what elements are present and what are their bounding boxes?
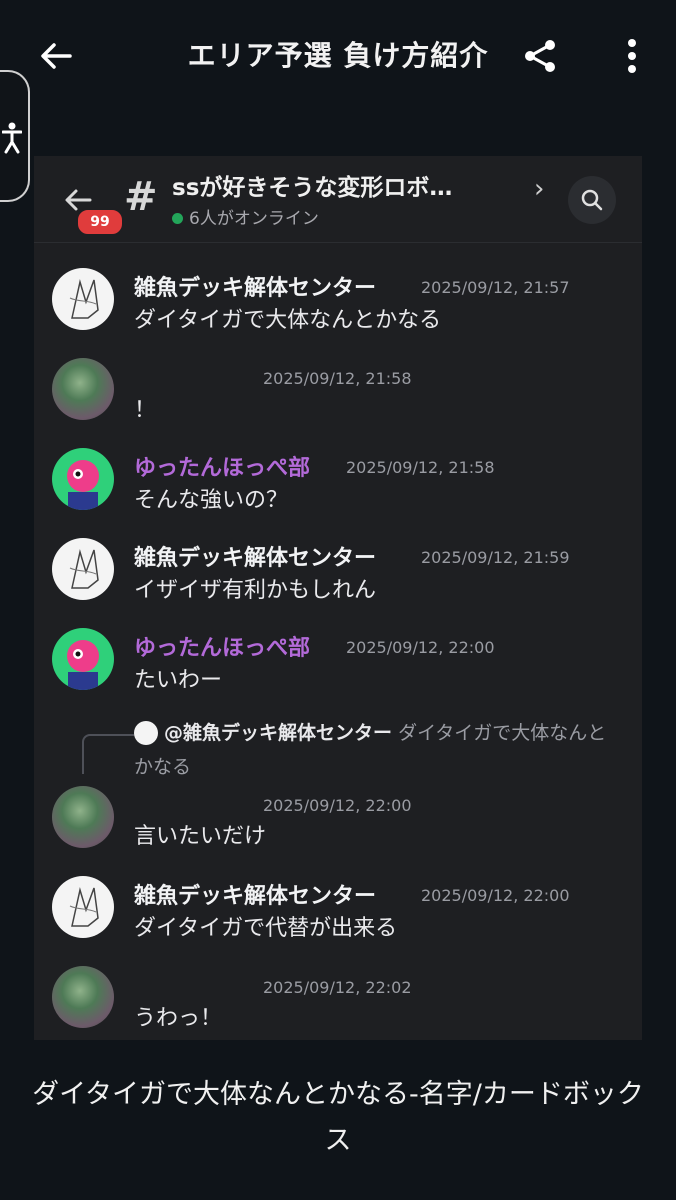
hash-icon: # — [124, 174, 158, 220]
accessibility-icon — [2, 122, 22, 154]
chat-screenshot: 99 # ssが好きそうな変形ロボ… 6人がオンライン › 雑魚デッキ解体センタ… — [34, 156, 642, 1040]
message-author[interactable]: ゆったんほっぺ部 — [134, 630, 310, 662]
message-text: そんな強いの？ — [134, 488, 289, 513]
message-text: 言いたいだけ — [134, 824, 267, 849]
message-timestamp: 2025/09/12, 21:58 — [346, 458, 495, 477]
message-text: うわっ！ — [134, 1006, 223, 1031]
unread-badge: 99 — [76, 208, 124, 236]
message-item[interactable]: 2025/09/12, 22:02 うわっ！ — [34, 958, 642, 1040]
avatar[interactable] — [52, 358, 114, 420]
message-timestamp: 2025/09/12, 22:02 — [263, 978, 412, 997]
reply-author: @雑魚デッキ解体センター — [164, 722, 393, 744]
message-text: ダイタイガで代替が出来る — [134, 916, 398, 941]
avatar[interactable] — [52, 268, 114, 330]
message-timestamp: 2025/09/12, 22:00 — [263, 796, 412, 815]
chevron-right-icon[interactable]: › — [534, 174, 544, 204]
message-item[interactable]: ゆったんほっぺ部 2025/09/12, 22:00 たいわー — [34, 616, 642, 706]
message-author[interactable]: 雑魚デッキ解体センター — [134, 878, 376, 910]
search-icon — [581, 189, 603, 211]
top-app-bar: エリア予選 負け方紹介 — [0, 0, 676, 112]
message-item[interactable]: ゆったんほっぺ部 2025/09/12, 21:58 そんな強いの？ — [34, 436, 642, 526]
message-author[interactable]: 雑魚デッキ解体センター — [134, 540, 376, 572]
reply-connector — [82, 734, 134, 774]
message-item[interactable]: 雑魚デッキ解体センター 2025/09/12, 22:00 ダイタイガで代替が出… — [34, 868, 642, 958]
avatar[interactable] — [52, 876, 114, 938]
reply-preview[interactable]: @雑魚デッキ解体センター ダイタイガで大体なんとかなる — [134, 716, 614, 784]
avatar[interactable] — [52, 786, 114, 848]
online-status: 6人がオンライン — [172, 204, 319, 229]
message-timestamp: 2025/09/12, 22:00 — [421, 886, 570, 905]
message-item[interactable]: 雑魚デッキ解体センター 2025/09/12, 21:57 ダイタイガで大体なん… — [34, 256, 642, 346]
message-text: ダイタイガで大体なんとかなる — [134, 308, 442, 333]
avatar[interactable] — [52, 966, 114, 1028]
message-text: イザイザ有利かもしれん — [134, 578, 377, 603]
share-icon[interactable] — [520, 36, 560, 76]
channel-header: 99 # ssが好きそうな変形ロボ… 6人がオンライン › — [34, 156, 642, 243]
post-caption: ダイタイガで大体なんとかなる-名字/カードボックス — [32, 1079, 644, 1156]
message-timestamp: 2025/09/12, 21:57 — [421, 278, 570, 297]
message-author[interactable]: 雑魚デッキ解体センター — [134, 270, 376, 302]
message-timestamp: 2025/09/12, 22:00 — [346, 638, 495, 657]
search-button[interactable] — [568, 176, 616, 224]
accessibility-tab[interactable] — [0, 70, 30, 202]
message-item[interactable]: @雑魚デッキ解体センター ダイタイガで大体なんとかなる 2025/09/12, … — [34, 712, 642, 862]
message-timestamp: 2025/09/12, 21:59 — [421, 548, 570, 567]
online-dot-icon — [172, 213, 183, 224]
avatar[interactable] — [52, 448, 114, 510]
message-author[interactable]: ゆったんほっぺ部 — [134, 450, 310, 482]
message-timestamp: 2025/09/12, 21:58 — [263, 369, 412, 388]
message-item[interactable]: 雑魚デッキ解体センター 2025/09/12, 21:59 イザイザ有利かもしれ… — [34, 526, 642, 616]
avatar[interactable] — [52, 628, 114, 690]
online-count: 6人がオンライン — [189, 209, 319, 229]
page-title: エリア予選 負け方紹介 — [187, 39, 489, 72]
message-text: たいわー — [134, 668, 223, 693]
message-text: ！ — [134, 398, 157, 423]
avatar[interactable] — [52, 538, 114, 600]
more-vertical-icon[interactable] — [612, 36, 652, 76]
message-item[interactable]: 2025/09/12, 21:58 ！ — [34, 346, 642, 436]
channel-name[interactable]: ssが好きそうな変形ロボ… — [172, 168, 452, 202]
